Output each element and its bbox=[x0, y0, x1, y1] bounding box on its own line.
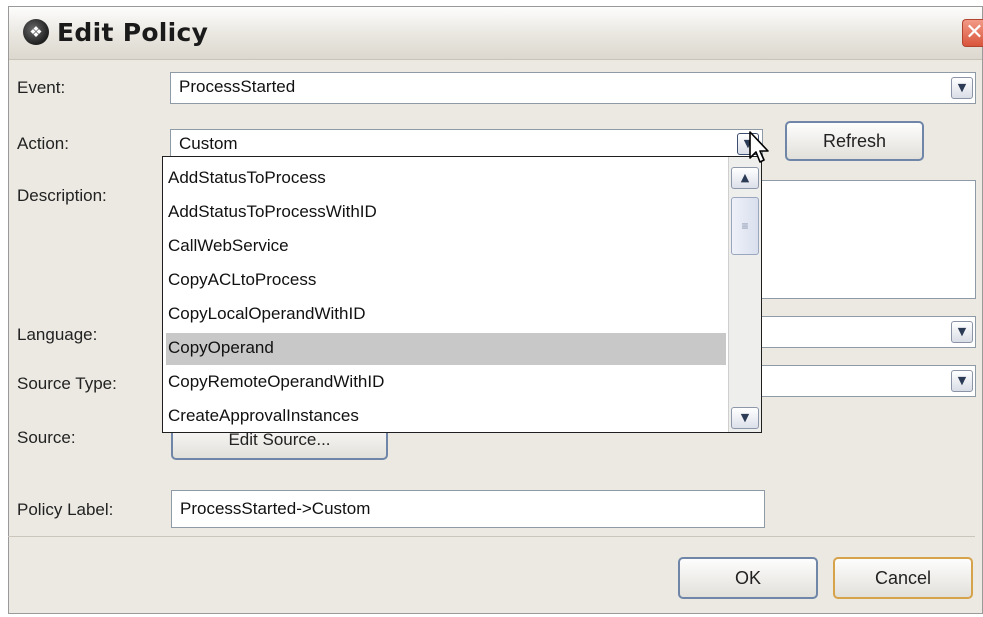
dialog-title: Edit Policy bbox=[57, 18, 209, 47]
dropdown-scrollbar[interactable]: ▲ ≡ ▼ bbox=[728, 157, 761, 432]
title-bar[interactable]: ❖ Edit Policy ✕ bbox=[9, 7, 983, 60]
language-dropdown-button[interactable]: ▼ bbox=[951, 321, 973, 343]
ok-button[interactable]: OK bbox=[678, 557, 818, 599]
close-button[interactable]: ✕ bbox=[962, 19, 983, 47]
source-type-dropdown-button[interactable]: ▼ bbox=[951, 370, 973, 392]
event-select-value: ProcessStarted bbox=[179, 77, 296, 96]
scroll-down-button[interactable]: ▼ bbox=[731, 407, 759, 429]
chevron-down-icon: ▼ bbox=[957, 374, 967, 387]
language-label: Language: bbox=[17, 325, 98, 344]
chevron-down-icon: ▼ bbox=[957, 81, 967, 94]
list-item[interactable]: CallWebService bbox=[166, 231, 726, 263]
source-label: Source: bbox=[17, 428, 76, 447]
list-item[interactable]: CopyACLtoProcess bbox=[166, 265, 726, 297]
source-type-label: Source Type: bbox=[17, 374, 117, 393]
event-label: Event: bbox=[17, 78, 66, 97]
chevron-down-icon: ▼ bbox=[957, 325, 967, 338]
event-select[interactable]: ProcessStarted bbox=[170, 72, 976, 104]
description-textarea[interactable] bbox=[760, 180, 976, 299]
action-dropdown-list[interactable]: AddStatusToProcess AddStatusToProcessWit… bbox=[162, 156, 762, 433]
list-item[interactable]: CopyLocalOperandWithID bbox=[166, 299, 726, 331]
policy-label-label: Policy Label: bbox=[17, 500, 114, 519]
footer-separator bbox=[8, 536, 975, 537]
policy-label-value: ProcessStarted->Custom bbox=[180, 499, 371, 518]
source-type-select[interactable] bbox=[760, 365, 976, 397]
policy-label-input[interactable]: ProcessStarted->Custom bbox=[171, 490, 765, 528]
scroll-up-button[interactable]: ▲ bbox=[731, 167, 759, 189]
language-select[interactable] bbox=[760, 316, 976, 348]
mouse-cursor-icon bbox=[749, 131, 769, 163]
refresh-button[interactable]: Refresh bbox=[785, 121, 924, 161]
list-item-selected[interactable]: CopyOperand bbox=[166, 333, 726, 365]
description-label: Description: bbox=[17, 186, 107, 205]
scroll-thumb[interactable]: ≡ bbox=[731, 197, 759, 255]
chevron-down-icon: ▼ bbox=[740, 411, 750, 424]
list-item[interactable]: CreateApprovalInstances bbox=[166, 401, 726, 432]
event-dropdown-button[interactable]: ▼ bbox=[951, 77, 973, 99]
list-item[interactable]: CopyRemoteOperandWithID bbox=[166, 367, 726, 399]
close-icon: ✕ bbox=[965, 20, 983, 45]
list-item[interactable]: AddStatusToProcessWithID bbox=[166, 197, 726, 229]
chevron-up-icon: ▲ bbox=[740, 171, 750, 184]
action-label: Action: bbox=[17, 134, 69, 153]
list-item[interactable]: AddStatusToProcess bbox=[166, 163, 726, 195]
cancel-button[interactable]: Cancel bbox=[833, 557, 973, 599]
action-select-value: Custom bbox=[179, 134, 238, 153]
app-logo-icon: ❖ bbox=[23, 19, 49, 45]
